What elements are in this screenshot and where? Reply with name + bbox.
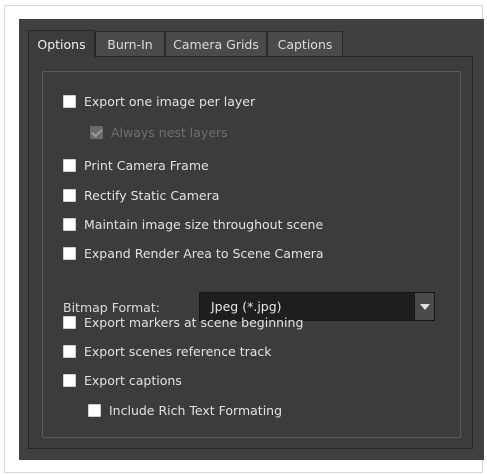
export-markers-checkbox[interactable]: Export markers at scene beginning [63, 313, 303, 331]
checkbox-box[interactable] [63, 188, 76, 202]
checkbox-box[interactable] [63, 94, 76, 108]
checkbox-box[interactable] [63, 217, 76, 231]
export-scenes-reference-checkbox[interactable]: Export scenes reference track [63, 342, 272, 360]
checkbox-label: Print Camera Frame [84, 157, 209, 173]
tab-camera-grids[interactable]: Camera Grids [165, 31, 267, 56]
chevron-down-icon [419, 303, 430, 310]
include-rich-text-checkbox[interactable]: Include Rich Text Formating [88, 401, 282, 419]
checkbox-box[interactable] [88, 403, 101, 417]
checkbox-label: Export captions [84, 372, 182, 388]
checkbox-label: Maintain image size throughout scene [84, 216, 324, 232]
checkbox-box[interactable] [63, 315, 76, 329]
tab-captions[interactable]: Captions [267, 31, 343, 56]
checkbox-box[interactable] [63, 373, 76, 387]
expand-render-area-checkbox[interactable]: Expand Render Area to Scene Camera [63, 244, 324, 262]
checkbox-label: Export markers at scene beginning [84, 314, 304, 330]
checkbox-label: Rectify Static Camera [84, 187, 220, 203]
maintain-image-size-checkbox[interactable]: Maintain image size throughout scene [63, 215, 323, 233]
bitmap-format-value: Jpeg (*.jpg) [211, 299, 282, 314]
checkbox-label: Expand Render Area to Scene Camera [84, 245, 324, 261]
checkbox-label: Always nest layers [111, 124, 228, 140]
checkbox-box [90, 125, 103, 139]
checkbox-label: Export one image per layer [84, 93, 256, 109]
dropdown-button[interactable] [414, 293, 434, 320]
always-nest-layers-checkbox: Always nest layers [90, 123, 228, 141]
checkbox-box[interactable] [63, 158, 76, 172]
export-captions-checkbox[interactable]: Export captions [63, 371, 182, 389]
checkbox-label: Include Rich Text Formating [109, 402, 283, 418]
tab-options[interactable]: Options [28, 30, 95, 57]
checkbox-label: Export scenes reference track [84, 343, 272, 359]
checkbox-box[interactable] [63, 246, 76, 260]
rectify-static-camera-checkbox[interactable]: Rectify Static Camera [63, 186, 219, 204]
checkbox-box[interactable] [63, 344, 76, 358]
export-options-window: Options Burn-In Camera Grids Captions Ex… [19, 19, 484, 460]
tab-burn-in[interactable]: Burn-In [95, 31, 165, 56]
export-one-image-per-layer-checkbox[interactable]: Export one image per layer [63, 92, 255, 110]
print-camera-frame-checkbox[interactable]: Print Camera Frame [63, 156, 209, 174]
